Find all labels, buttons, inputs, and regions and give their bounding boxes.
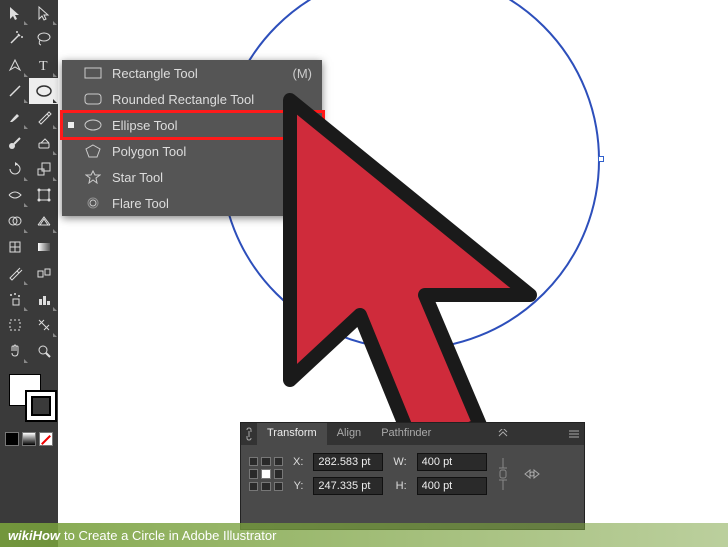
link-icon[interactable] xyxy=(241,423,257,445)
symbol-sprayer-tool[interactable] xyxy=(0,286,29,312)
flyout-shortcut: (L) xyxy=(296,118,312,133)
anchor-handle[interactable] xyxy=(408,346,414,352)
x-label: X: xyxy=(293,456,303,468)
y-field[interactable] xyxy=(313,477,383,495)
column-graph-tool[interactable] xyxy=(29,286,58,312)
shape-builder-tool[interactable] xyxy=(0,208,29,234)
slice-tool[interactable] xyxy=(29,312,58,338)
paintbrush-tool[interactable] xyxy=(0,104,29,130)
blob-brush-tool[interactable] xyxy=(0,130,29,156)
panel-menu-icon[interactable] xyxy=(564,423,584,445)
w-field[interactable] xyxy=(417,453,487,471)
flyout-label: Ellipse Tool xyxy=(112,118,286,133)
flyout-label: Star Tool xyxy=(112,170,302,185)
tab-align[interactable]: Align xyxy=(327,423,371,445)
watermark-title: to Create a Circle in Adobe Illustrator xyxy=(64,528,276,543)
lasso-tool[interactable] xyxy=(29,26,58,52)
perspective-grid-tool[interactable] xyxy=(29,208,58,234)
direct-selection-tool[interactable] xyxy=(29,0,58,26)
flyout-label: Rectangle Tool xyxy=(112,66,283,81)
shape-tool[interactable] xyxy=(29,78,58,104)
flyout-polygon-tool[interactable]: Polygon Tool xyxy=(62,138,322,164)
w-label: W: xyxy=(393,456,406,468)
flyout-label: Polygon Tool xyxy=(112,144,302,159)
blend-tool[interactable] xyxy=(29,260,58,286)
tools-panel: T xyxy=(0,0,58,547)
reference-point-selector[interactable] xyxy=(249,457,283,491)
x-field[interactable] xyxy=(313,453,383,471)
anchor-handle[interactable] xyxy=(598,156,604,162)
h-field[interactable] xyxy=(417,477,487,495)
tab-pathfinder[interactable]: Pathfinder xyxy=(371,423,441,445)
color-mode-none[interactable] xyxy=(39,432,53,446)
shape-tool-flyout: Rectangle Tool (M) Rounded Rectangle Too… xyxy=(62,60,322,216)
flyout-flare-tool[interactable]: Flare Tool xyxy=(62,190,322,216)
line-segment-tool[interactable] xyxy=(0,78,29,104)
constrain-proportions-icon[interactable] xyxy=(497,456,513,492)
free-transform-tool[interactable] xyxy=(29,182,58,208)
flyout-label: Flare Tool xyxy=(112,196,302,211)
watermark: wikiHow to Create a Circle in Adobe Illu… xyxy=(0,523,728,547)
eyedropper-tool[interactable] xyxy=(0,260,29,286)
tab-transform[interactable]: Transform xyxy=(257,423,327,445)
artboard-tool[interactable] xyxy=(0,312,29,338)
eraser-tool[interactable] xyxy=(29,130,58,156)
transform-panel: Transform Align Pathfinder X: W: Y: H: xyxy=(240,422,585,530)
color-mode-solid[interactable] xyxy=(5,432,19,446)
selection-tool[interactable] xyxy=(0,0,29,26)
panel-collapse-icon[interactable] xyxy=(493,423,513,445)
flyout-star-tool[interactable]: Star Tool xyxy=(62,164,322,190)
flyout-rounded-rectangle-tool[interactable]: Rounded Rectangle Tool xyxy=(62,86,322,112)
flare-icon xyxy=(84,196,102,210)
color-mode-gradient[interactable] xyxy=(22,432,36,446)
flyout-label: Rounded Rectangle Tool xyxy=(112,92,302,107)
svg-text:T: T xyxy=(39,59,48,73)
h-label: H: xyxy=(393,480,406,492)
flyout-rectangle-tool[interactable]: Rectangle Tool (M) xyxy=(62,60,322,86)
flyout-ellipse-tool[interactable]: Ellipse Tool (L) xyxy=(62,112,322,138)
polygon-icon xyxy=(84,144,102,158)
star-icon xyxy=(84,170,102,184)
pencil-tool[interactable] xyxy=(29,104,58,130)
watermark-brand: wikiHow xyxy=(8,528,60,543)
magic-wand-tool[interactable] xyxy=(0,26,29,52)
rounded-rectangle-icon xyxy=(84,92,102,106)
mesh-tool[interactable] xyxy=(0,234,29,260)
width-tool[interactable] xyxy=(0,182,29,208)
flyout-shortcut: (M) xyxy=(293,66,313,81)
scale-tool[interactable] xyxy=(29,156,58,182)
zoom-tool[interactable] xyxy=(29,338,58,364)
y-label: Y: xyxy=(293,480,303,492)
ellipse-icon xyxy=(84,118,102,132)
stroke-swatch[interactable] xyxy=(25,390,57,422)
flip-icon[interactable] xyxy=(523,467,541,481)
type-tool[interactable]: T xyxy=(29,52,58,78)
pen-tool[interactable] xyxy=(0,52,29,78)
fill-stroke-swatch[interactable] xyxy=(9,374,49,414)
rectangle-icon xyxy=(84,66,102,80)
gradient-tool[interactable] xyxy=(29,234,58,260)
hand-tool[interactable] xyxy=(0,338,29,364)
rotate-tool[interactable] xyxy=(0,156,29,182)
